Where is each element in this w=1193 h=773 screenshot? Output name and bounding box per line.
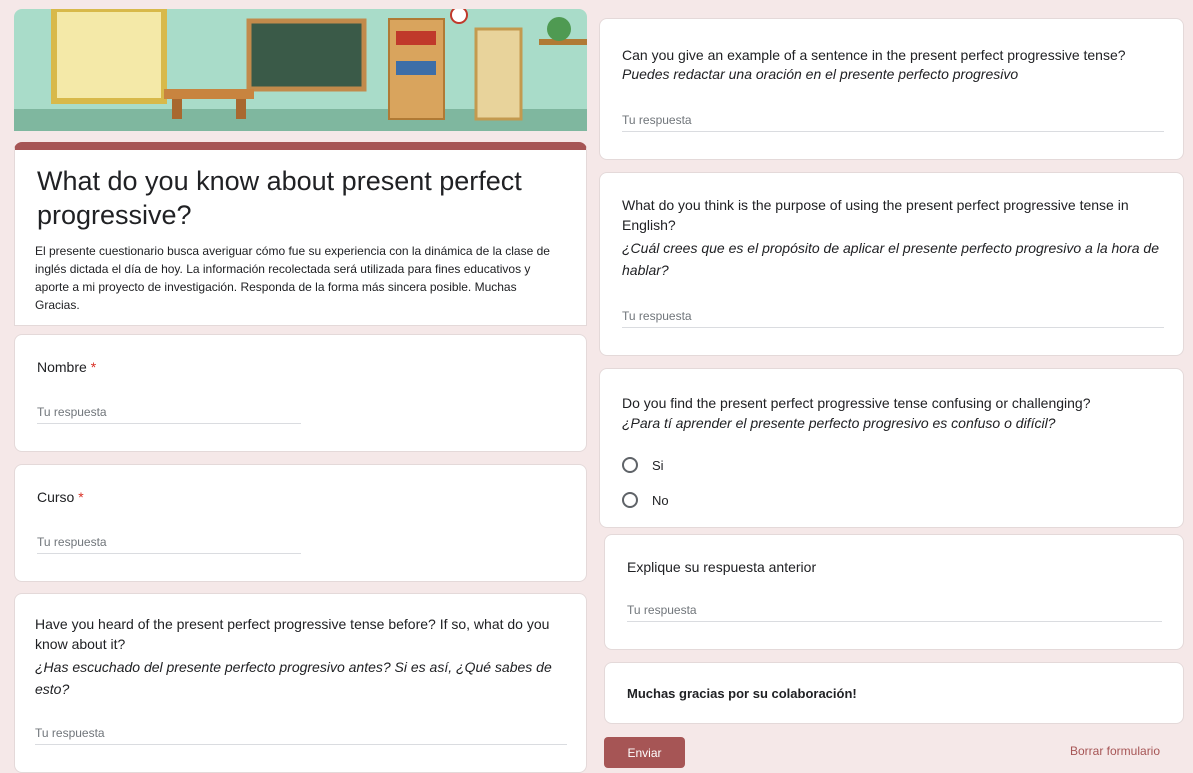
question-nombre-text: Nombre [37,359,87,375]
question-curso-text: Curso [37,489,75,505]
required-asterisk: * [90,359,97,375]
question-purpose-es: ¿Cuál crees que es el propósito de aplic… [622,240,1159,278]
question-confusing-en: Do you find the present perfect progress… [622,395,1091,411]
radio-option-no[interactable]: No [622,492,669,508]
purpose-input[interactable]: Tu respuesta [622,309,1164,328]
question-explain-card: Explique su respuesta anterior Tu respue… [604,534,1184,650]
question-heard-card: Have you heard of the present perfect pr… [14,593,587,773]
question-purpose-en: What do you think is the purpose of usin… [622,197,1129,233]
explain-input[interactable]: Tu respuesta [627,603,1162,622]
question-nombre-label: Nombre * [37,357,96,377]
question-explain-label: Explique su respuesta anterior [627,559,817,575]
header-banner-image [14,9,587,131]
question-purpose-card: What do you think is the purpose of usin… [599,172,1184,356]
submit-button[interactable]: Enviar [604,737,685,768]
question-example-en: Can you give an example of a sentence in… [622,47,1126,63]
form-title-card: What do you know about present perfect p… [14,142,587,326]
question-curso-card: Curso * Tu respuesta [14,464,587,582]
question-confusing-card: Do you find the present perfect progress… [599,368,1184,528]
example-input[interactable]: Tu respuesta [622,113,1164,132]
question-curso-label: Curso * [37,487,84,507]
question-example-es: Puedes redactar una oración en el presen… [622,66,1019,82]
form-description: El presente cuestionario busca averiguar… [35,244,550,312]
curso-input[interactable]: Tu respuesta [37,535,301,554]
question-nombre-card: Nombre * Tu respuesta [14,334,587,452]
question-heard-es: ¿Has escuchado del presente perfecto pro… [35,659,552,697]
question-confusing-es: ¿Para tí aprender el presente perfecto p… [622,415,1056,431]
required-asterisk: * [78,489,84,505]
radio-circle-icon[interactable] [622,457,638,473]
question-example-card: Can you give an example of a sentence in… [599,18,1184,160]
heard-input[interactable]: Tu respuesta [35,726,567,745]
radio-label-no: No [652,492,669,508]
thanks-text: Muchas gracias por su colaboración! [627,686,857,701]
radio-label-si: Si [652,457,664,473]
radio-option-si[interactable]: Si [622,457,664,473]
thanks-card: Muchas gracias por su colaboración! [604,662,1184,724]
form-title: What do you know about present perfect p… [37,166,522,230]
clear-form-button[interactable]: Borrar formulario [1070,744,1160,758]
nombre-input[interactable]: Tu respuesta [37,405,301,424]
radio-circle-icon[interactable] [622,492,638,508]
question-heard-en: Have you heard of the present perfect pr… [35,616,550,652]
